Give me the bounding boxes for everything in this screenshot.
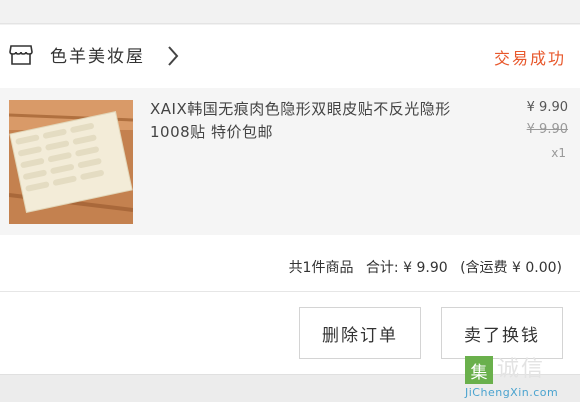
- watermark: 集 诚信 JiChengXin.com: [465, 356, 580, 402]
- order-item[interactable]: XAIX韩国无痕肉色隐形双眼皮贴不反光隐形 1008贴 特价包邮 ¥ 9.90 …: [0, 88, 580, 235]
- summary-total: 合计: ¥ 9.90: [365, 260, 448, 276]
- watermark-logo: 集: [465, 356, 493, 384]
- item-quantity: x1: [551, 146, 566, 160]
- resell-button[interactable]: 卖了换钱: [441, 307, 563, 359]
- top-strip: [0, 0, 580, 24]
- store-name[interactable]: 色羊美妆屋: [50, 42, 145, 67]
- item-price: ¥ 9.90: [526, 100, 568, 115]
- summary-shipping: (含运费 ¥ 0.00): [460, 260, 562, 276]
- order-summary: 共1件商品 合计: ¥ 9.90 (含运费 ¥ 0.00): [0, 235, 580, 292]
- product-thumbnail[interactable]: [9, 100, 133, 224]
- delete-order-button[interactable]: 删除订单: [299, 307, 421, 359]
- store-header[interactable]: 色羊美妆屋 交易成功: [0, 25, 580, 88]
- summary-count: 共1件商品: [288, 260, 354, 276]
- watermark-url: JiChengXin.com: [465, 386, 559, 399]
- item-original-price: ¥ 9.90: [526, 122, 568, 137]
- store-icon: [9, 44, 33, 66]
- watermark-text: 诚信: [497, 357, 546, 382]
- chevron-right-icon[interactable]: [166, 45, 180, 67]
- product-title[interactable]: XAIX韩国无痕肉色隐形双眼皮贴不反光隐形 1008贴 特价包邮: [150, 98, 480, 144]
- order-status: 交易成功: [493, 49, 566, 68]
- order-card: 色羊美妆屋 交易成功 XAIX韩国无痕肉色隐形双眼皮贴不反光隐形 1008贴 特…: [0, 25, 580, 374]
- summary-text: 共1件商品 合计: ¥ 9.90 (含运费 ¥ 0.00): [281, 257, 562, 277]
